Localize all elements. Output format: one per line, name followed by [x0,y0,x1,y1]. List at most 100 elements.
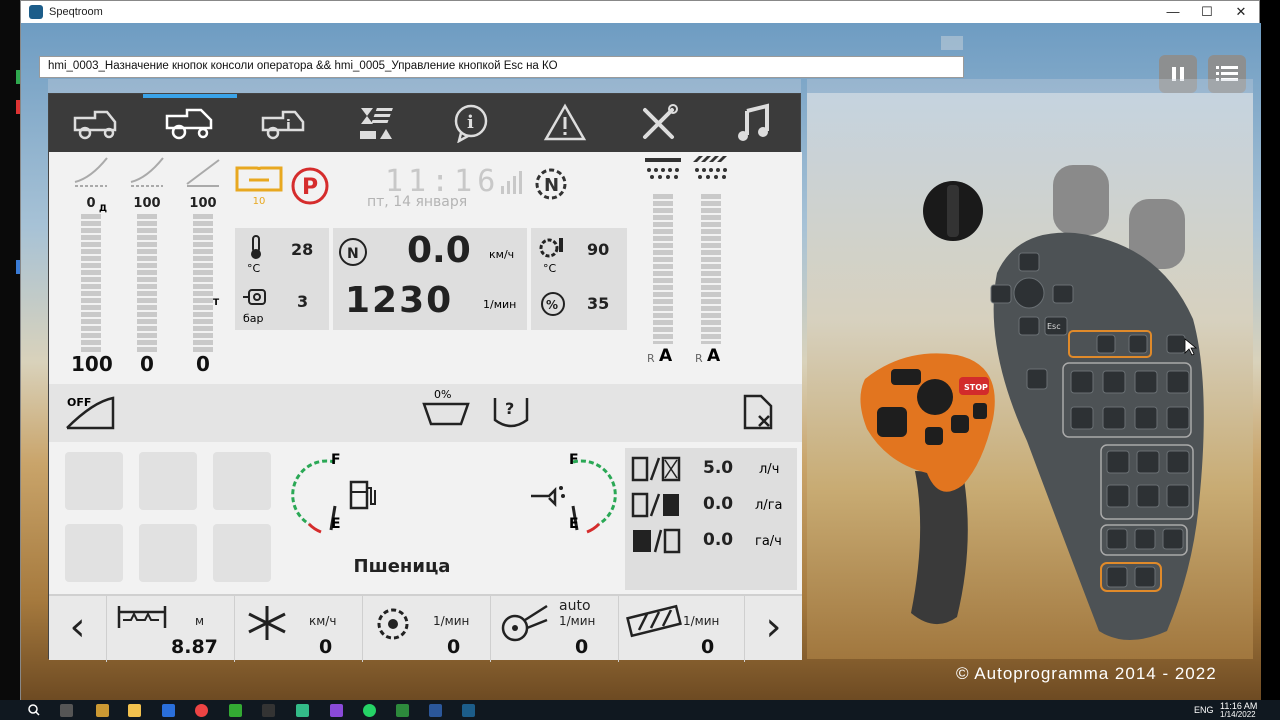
fuel-full-label: F [331,452,341,468]
joystick-button[interactable] [973,403,987,419]
cell-unit: 1/мин [433,614,470,628]
maximize-button[interactable]: ☐ [1191,1,1223,23]
tab-music[interactable] [706,94,800,152]
esc-button-label[interactable]: Esc [1047,322,1061,331]
header-width-cell[interactable]: м 8.87 [107,596,235,662]
task-view-icon[interactable] [60,704,73,717]
empty-slot[interactable] [213,452,271,510]
consumption-unit: л/га [755,498,783,513]
tab-tools[interactable] [612,94,706,152]
sieve-bar-mode: A [707,346,721,366]
next-page-button[interactable]: › [745,596,802,662]
engine-panel: °C 28 бар 3 [235,228,329,330]
adblue-full-label: F [569,452,579,468]
clock-date: пт, 14 января [367,194,468,210]
speqtroom-taskbar-icon[interactable] [462,704,475,717]
bar-bottom-value: 0 [140,352,154,376]
search-icon[interactable] [28,704,40,716]
whatsapp-icon[interactable] [363,704,376,717]
word-icon[interactable] [429,704,442,717]
consumption-value: 0.0 [703,494,734,514]
speed-value: 0.0 [407,230,471,271]
taskbar: ENG 11:16 AM 1/14/2022 [0,700,1280,720]
adblue-empty-label: E [569,516,579,532]
fuel-per-hectare-icon [631,492,679,518]
pressure-value: 3 [297,292,309,311]
fuel-empty-label: E [331,516,341,532]
service-book-indicator: 10 [235,164,283,207]
rpm-value: 1230 [345,280,454,321]
prev-page-button[interactable]: ‹ [49,596,107,662]
tab-harvester-info[interactable]: i [237,94,331,152]
taskbar-app-icon[interactable] [96,704,109,717]
taskbar-app-icon[interactable] [296,704,309,717]
left-screen-strip [0,0,20,700]
header-tilt-icon [130,157,164,187]
neutral-icon: N [339,238,367,266]
cell-unit: км/ч [309,614,337,628]
reel-speed-icon [248,606,286,640]
joystick-button[interactable] [877,407,907,437]
exhaust-icon [531,486,565,508]
consumption-panel: 5.0 л/ч 0.0 л/га 0.0 га/ч [625,448,797,590]
reel-speed-cell[interactable]: км/ч 0 [235,596,363,662]
empty-slot[interactable] [139,452,197,510]
header-tilt-icon [74,157,108,187]
auger-speed-cell[interactable]: 1/мин 0 [619,596,745,662]
speed-unit: км/ч [489,248,515,261]
bar-top-value: 100 [133,196,161,211]
joystick-dial[interactable] [917,379,953,415]
empty-slot[interactable] [65,452,123,510]
tools-icon [643,104,679,139]
drum-speed-cell[interactable]: 1/мин 0 [363,596,491,662]
tab-field-settings[interactable] [331,94,425,152]
svg-text:%: % [546,298,558,312]
script-bar-close[interactable] [941,36,963,50]
tab-info[interactable]: i [425,94,519,152]
console-panel-header [807,79,1253,93]
joystick-button[interactable] [891,369,921,385]
gear-temp-value: 90 [587,240,610,259]
console-3d-render: Esc STOP [860,165,1204,640]
taskbar-date[interactable]: 1/14/2022 [1220,710,1256,719]
header-bar-1: 0 Д 100 [71,152,113,376]
sieve-bar-1: R A [643,152,683,366]
cell-value: 0 [319,636,333,658]
joystick-button[interactable] [951,415,969,433]
tab-harvester-settings[interactable] [142,94,237,152]
minimize-button[interactable]: — [1157,1,1189,23]
bar-track [701,194,721,344]
chrome-icon[interactable] [195,704,208,717]
taskbar-app-icon[interactable] [229,704,242,717]
bar-track [653,194,673,344]
header-bar-2: 100 0 [127,152,167,376]
harvester-icon [73,110,117,140]
language-indicator[interactable]: ENG [1194,705,1214,715]
tab-harvester[interactable] [49,94,143,152]
taskbar-app-icon[interactable] [396,704,409,717]
svg-text:P: P [302,175,318,200]
sieve-bar-2: R A [691,152,731,366]
lower-section: F E F E Пшеница 5.0 л/ч 0.0 л/га 0.0 га/… [49,442,802,594]
header-knob[interactable] [1053,165,1109,235]
fan-speed-cell[interactable]: auto 1/мин 0 [491,596,619,662]
cell-unit: 1/мин [683,614,720,628]
pressure-unit: бар [243,312,264,325]
app-window: Speqtroom — ☐ ✕ hmi_0003_Назначение кноп… [20,0,1261,701]
fuel-per-hour-icon [631,456,681,482]
visual-studio-icon[interactable] [330,704,343,717]
tab-warnings[interactable] [518,94,612,152]
consumption-unit: га/ч [755,534,782,549]
joystick-button[interactable] [925,427,943,445]
taskbar-app-icon[interactable] [262,704,275,717]
script-title-bar: hmi_0003_Назначение кнопок консоли опера… [39,56,964,78]
signal-icon [501,171,522,194]
close-button[interactable]: ✕ [1225,1,1257,23]
rpm-unit: 1/мин [483,298,517,311]
bar-top-value: 100 [189,196,217,211]
field-settings-icon [359,108,393,139]
mail-icon[interactable] [162,704,175,717]
transmission-panel: °C 90 % 35 [531,228,627,330]
file-explorer-icon[interactable] [128,704,141,717]
bar-marker: Д [99,204,108,214]
